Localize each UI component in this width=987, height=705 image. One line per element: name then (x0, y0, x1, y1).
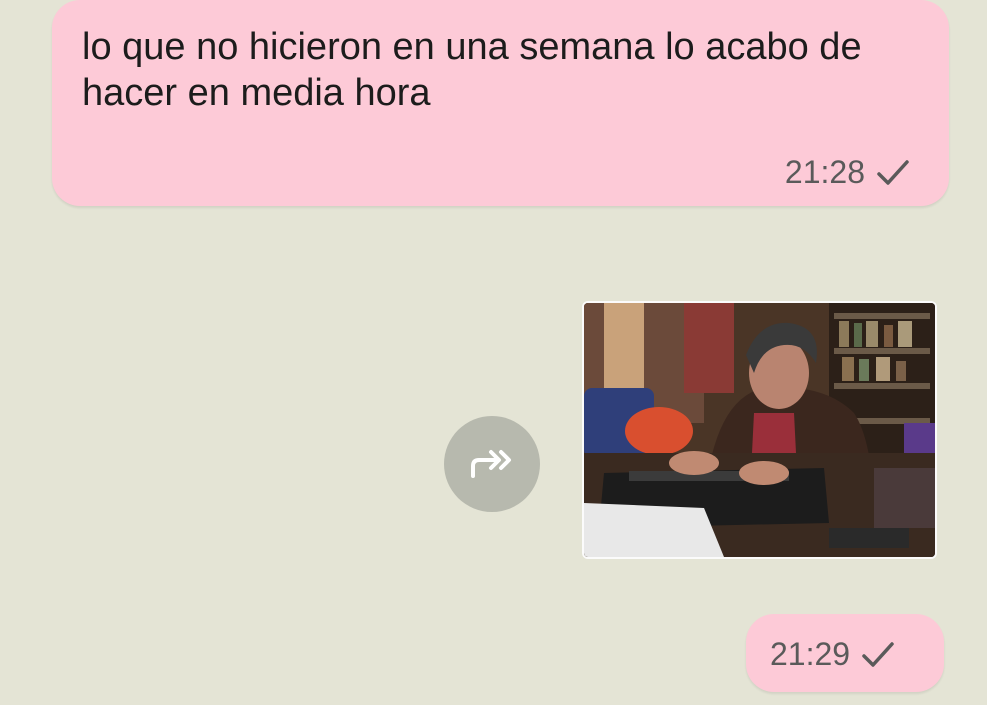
message-bubble-1[interactable]: lo que no hicieron en una semana lo acab… (52, 0, 949, 206)
message-text: lo que no hicieron en una semana lo acab… (82, 26, 862, 114)
check-icon (860, 640, 896, 670)
forward-button[interactable] (444, 416, 540, 512)
message-bubble-2[interactable]: 21:29 (746, 614, 944, 692)
gif-image (584, 303, 935, 557)
message-time: 21:29 (770, 636, 851, 672)
message-meta: 21:28 (785, 154, 911, 191)
gif-thumbnail[interactable] (582, 301, 937, 559)
forward-icon (467, 442, 517, 487)
message-time: 21:28 (784, 154, 865, 190)
message-meta: 21:29 (770, 636, 896, 673)
check-icon (875, 158, 911, 188)
chat-area: lo que no hicieron en una semana lo acab… (0, 0, 987, 705)
